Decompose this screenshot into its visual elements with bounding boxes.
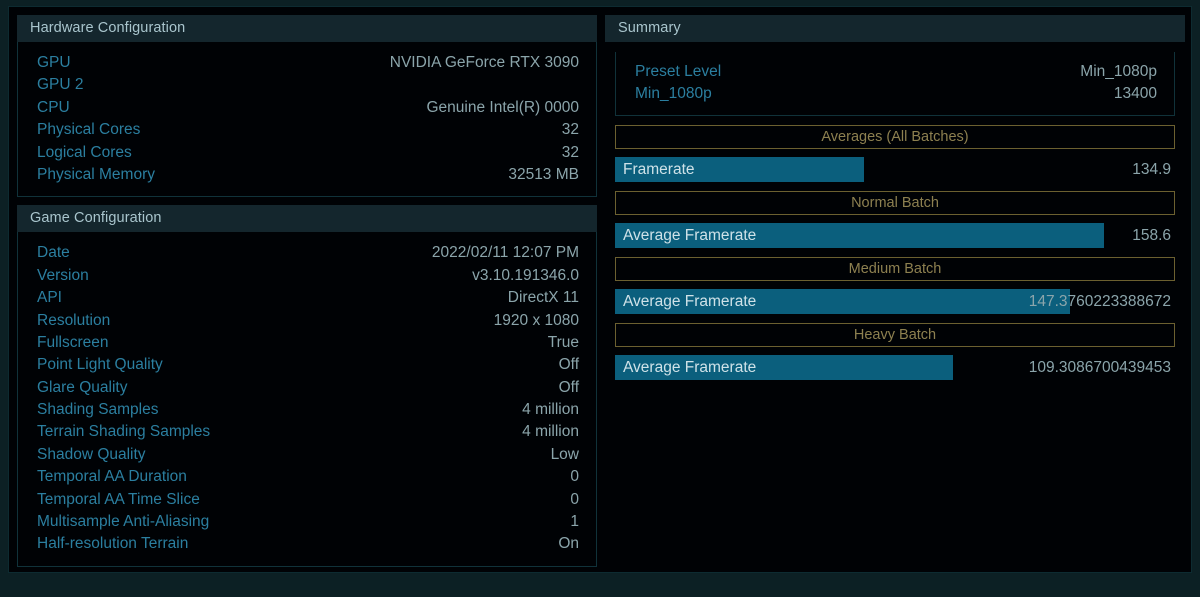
game-value: v3.10.191346.0	[472, 266, 579, 284]
game-row: Terrain Shading Samples 4 million	[32, 421, 582, 443]
game-row: Fullscreen True	[32, 332, 582, 354]
benchmark-results-screen: Hardware Configuration GPU NVIDIA GeForce…	[0, 0, 1200, 597]
left-column: Hardware Configuration GPU NVIDIA GeForce…	[17, 15, 597, 575]
game-value: Low	[550, 445, 579, 463]
metric-value: 134.9	[1132, 160, 1171, 178]
game-value: 0	[570, 468, 579, 486]
hardware-value: 32	[561, 143, 579, 161]
metric-row: Framerate 134.9	[615, 156, 1175, 182]
batch-label-box: Medium Batch	[615, 256, 1175, 281]
game-value: 4 million	[522, 401, 579, 419]
game-row: Shading Samples 4 million	[32, 399, 582, 421]
game-label: Glare Quality	[37, 378, 128, 396]
hardware-row: Physical Cores 32	[32, 119, 582, 141]
game-value: Off	[558, 356, 579, 374]
game-rows-container: Date 2022/02/11 12:07 PM Version v3.10.1913…	[17, 232, 597, 567]
game-label: Fullscreen	[37, 333, 109, 351]
summary-value: 13400	[1113, 85, 1157, 103]
game-row: Temporal AA Duration 0	[32, 466, 582, 488]
metric-label: Average Framerate	[623, 358, 757, 376]
metric-row: Average Framerate 109.3086700439453	[615, 354, 1175, 380]
panel-hardware-title: Hardware Configuration	[17, 15, 597, 42]
summary-rows-container: Preset Level Min_1080p Min_1080p 13400	[615, 52, 1175, 116]
game-row: Multisample Anti-Aliasing 1	[32, 511, 582, 533]
game-label: Shadow Quality	[37, 445, 146, 463]
panel-summary: Summary Preset Level Min_1080p Min_1080p 13…	[605, 15, 1185, 390]
metric-row: Average Framerate 158.6	[615, 222, 1175, 248]
game-label: Temporal AA Time Slice	[37, 490, 200, 508]
game-value: Off	[558, 378, 579, 396]
hardware-row: GPU 2	[32, 74, 582, 96]
game-label: Version	[37, 266, 89, 284]
hardware-row: Physical Memory 32513 MB	[32, 164, 582, 186]
summary-label: Min_1080p	[635, 85, 712, 103]
right-column: Summary Preset Level Min_1080p Min_1080p 13…	[605, 15, 1185, 398]
summary-row: Min_1080p 13400	[630, 83, 1160, 105]
game-value: 2022/02/11 12:07 PM	[431, 244, 579, 262]
panel-game-configuration: Game Configuration Date 2022/02/11 12:07 …	[17, 205, 597, 567]
game-value: 4 million	[522, 423, 579, 441]
game-row: Shadow Quality Low	[32, 444, 582, 466]
game-label: Date	[37, 244, 70, 262]
game-value: On	[558, 535, 579, 553]
summary-row: Preset Level Min_1080p	[630, 61, 1160, 83]
metric-value: 147.3760223388672	[1028, 292, 1171, 310]
game-row: API DirectX 11	[32, 287, 582, 309]
game-row: Temporal AA Time Slice 0	[32, 489, 582, 511]
game-label: Terrain Shading Samples	[37, 423, 211, 441]
game-label: Multisample Anti-Aliasing	[37, 513, 210, 531]
panel-hardware-configuration: Hardware Configuration GPU NVIDIA GeForce…	[17, 15, 597, 198]
game-row: Point Light Quality Off	[32, 354, 582, 376]
game-label: Temporal AA Duration	[37, 468, 187, 486]
metric-label: Average Framerate	[623, 226, 757, 244]
metric-value: 109.3086700439453	[1028, 358, 1171, 376]
panel-game-title: Game Configuration	[17, 205, 597, 233]
game-label: Resolution	[37, 311, 111, 329]
hardware-rows-container: GPU NVIDIA GeForce RTX 3090 GPU 2 CPU Genuin…	[17, 42, 597, 198]
hardware-label: GPU 2	[37, 76, 84, 94]
hardware-value: 32513 MB	[508, 165, 579, 183]
metric-label: Framerate	[623, 160, 695, 178]
game-row: Version v3.10.191346.0	[32, 265, 582, 287]
panel-summary-title: Summary	[605, 15, 1185, 42]
game-label: Shading Samples	[37, 401, 159, 419]
metric-row: Average Framerate 147.3760223388672	[615, 288, 1175, 314]
game-value: 0	[570, 490, 579, 508]
game-row: Resolution 1920 x 1080	[32, 310, 582, 332]
hardware-row: GPU NVIDIA GeForce RTX 3090	[32, 52, 582, 74]
game-value: True	[547, 333, 579, 351]
summary-body: Preset Level Min_1080p Min_1080p 13400 Aver…	[605, 42, 1185, 390]
game-row: Date 2022/02/11 12:07 PM	[32, 242, 582, 264]
hardware-row: Logical Cores 32	[32, 142, 582, 164]
hardware-label: CPU	[37, 98, 70, 116]
summary-value: Min_1080p	[1080, 63, 1157, 80]
game-row: Half-resolution Terrain On	[32, 533, 582, 555]
batch-label-box: Averages (All Batches)	[615, 124, 1175, 149]
metric-value: 158.6	[1132, 226, 1171, 244]
hardware-value: 32	[561, 121, 579, 139]
game-label: Half-resolution Terrain	[37, 535, 189, 553]
hardware-value: Genuine Intel(R) 0000	[426, 98, 579, 116]
game-value: 1	[570, 513, 579, 531]
summary-sections-container: Averages (All Batches) Framerate 134.9 Norm…	[615, 124, 1175, 380]
game-label: API	[37, 289, 62, 307]
game-value: DirectX 11	[507, 289, 579, 307]
game-value: 1920 x 1080	[493, 311, 579, 329]
hardware-label: Physical Memory	[37, 165, 155, 183]
batch-label-box: Heavy Batch	[615, 322, 1175, 347]
summary-label: Preset Level	[635, 63, 722, 80]
game-label: Point Light Quality	[37, 356, 163, 374]
game-row: Glare Quality Off	[32, 377, 582, 399]
hardware-label: GPU	[37, 54, 71, 71]
hardware-label: Physical Cores	[37, 121, 141, 139]
metric-label: Average Framerate	[623, 292, 757, 310]
hardware-value: NVIDIA GeForce RTX 3090	[389, 54, 579, 71]
content-stage: Hardware Configuration GPU NVIDIA GeForce…	[8, 6, 1192, 573]
hardware-row: CPU Genuine Intel(R) 0000	[32, 97, 582, 119]
hardware-label: Logical Cores	[37, 143, 132, 161]
batch-label-box: Normal Batch	[615, 190, 1175, 215]
